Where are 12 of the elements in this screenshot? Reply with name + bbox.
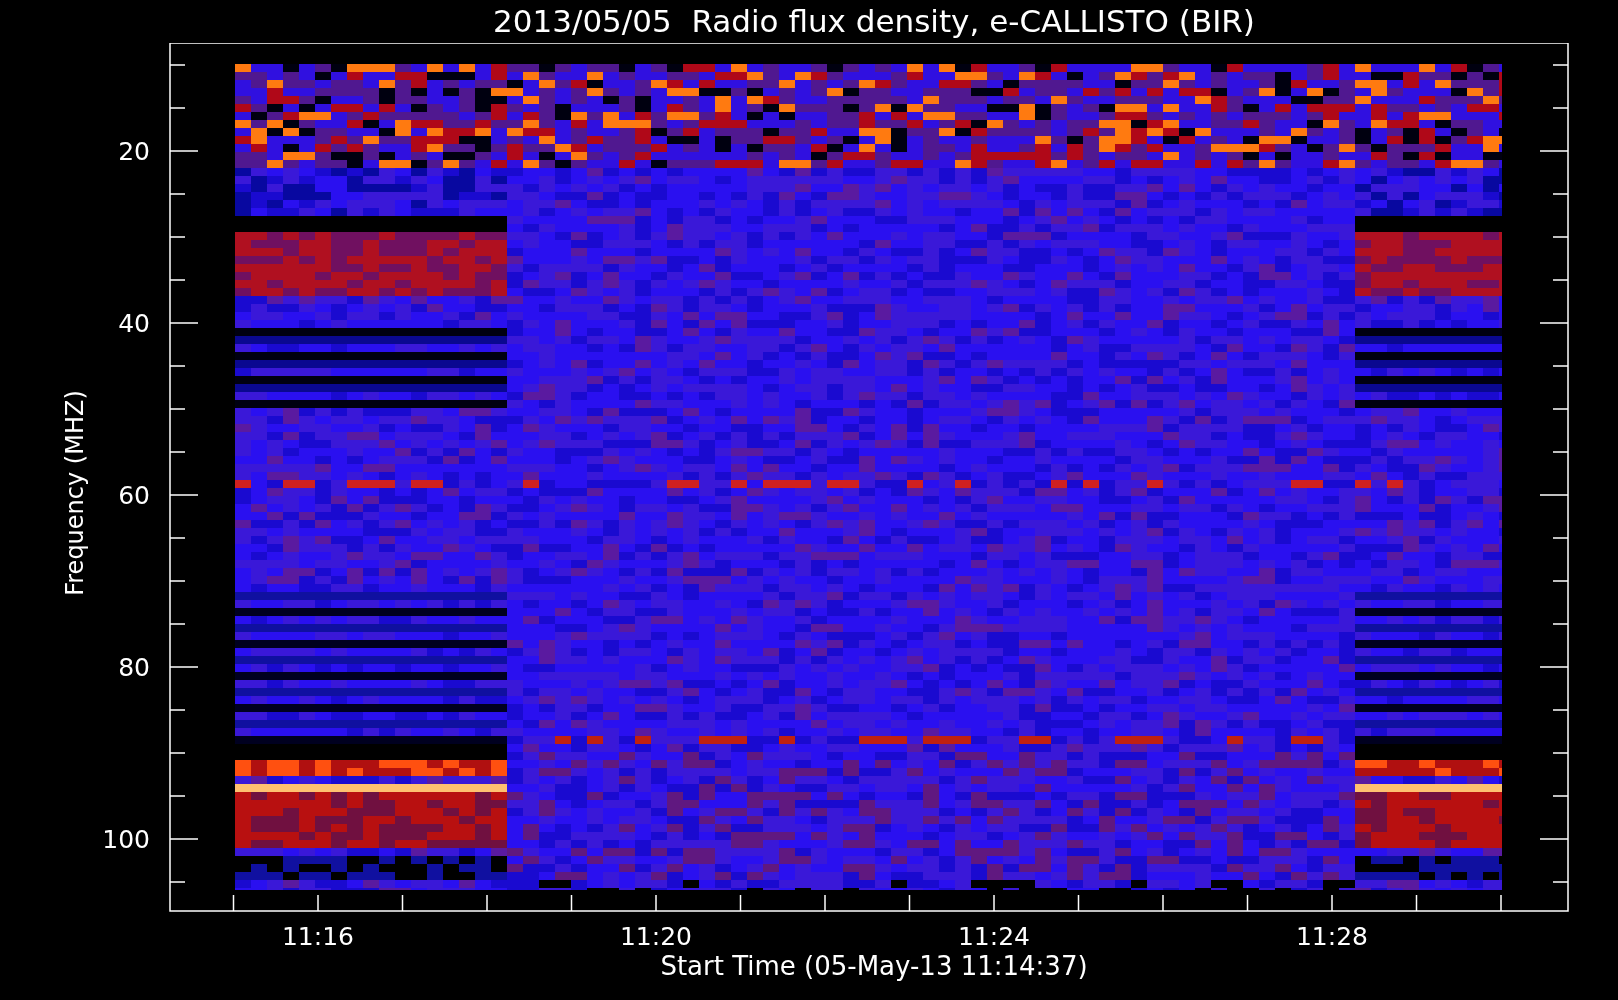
chart-title: 2013/05/05 Radio flux density, e-CALLISTO (BIR) (493, 6, 1255, 37)
y-tick-label: 60 (118, 481, 150, 510)
x-axis-label: Start Time (05-May-13 11:14:37) (660, 953, 1088, 979)
y-tick-label: 40 (118, 309, 150, 338)
y-tick-label: 100 (102, 825, 150, 854)
y-tick-label: 80 (118, 653, 150, 682)
x-tick-label: 11:28 (1296, 922, 1368, 951)
y-axis-label: Frequency (MHZ) (61, 390, 89, 596)
x-tick-label: 11:24 (958, 922, 1030, 951)
x-tick-label: 11:20 (620, 922, 692, 951)
y-tick-label: 20 (118, 137, 150, 166)
x-tick-label: 11:16 (282, 922, 354, 951)
